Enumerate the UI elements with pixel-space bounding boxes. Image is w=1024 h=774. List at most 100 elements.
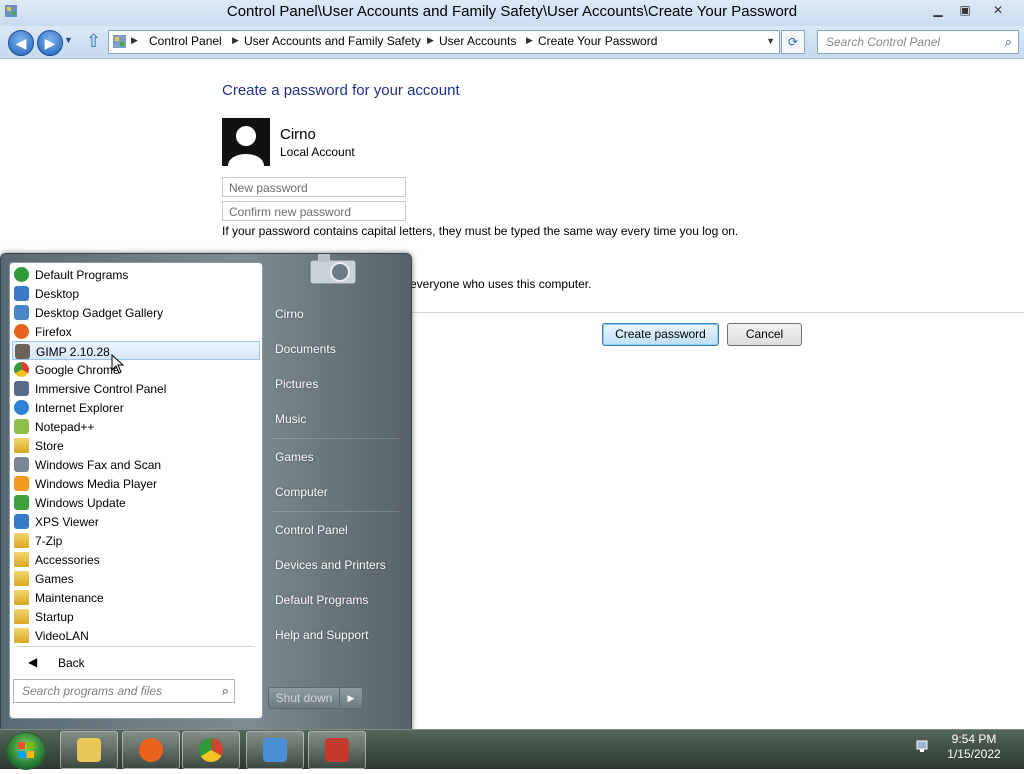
- program-item[interactable]: Startup: [12, 607, 260, 626]
- program-item[interactable]: Notepad++: [12, 417, 260, 436]
- history-dropdown-icon[interactable]: ▼: [64, 35, 73, 45]
- fax-icon: [14, 457, 29, 472]
- program-item[interactable]: Accessories: [12, 550, 260, 569]
- system-clock[interactable]: 9:54 PM 1/15/2022: [942, 732, 1006, 762]
- confirm-password-placeholder: Confirm new password: [229, 205, 352, 219]
- navigation-toolbar: ◀ ▶ ▼ ⇧ ▶ Control Panel ▶ User Accounts …: [0, 26, 1024, 59]
- search-icon[interactable]: ⌕: [222, 683, 229, 699]
- start-search-input[interactable]: Search programs and files ⌕: [13, 679, 235, 703]
- user-name: Cirno: [280, 126, 316, 143]
- windows-logo-icon: [18, 742, 34, 758]
- control-panel-icon: [263, 738, 287, 762]
- start-item-control-panel[interactable]: Control Panel: [275, 523, 348, 537]
- folder-icon: [14, 552, 29, 567]
- program-item[interactable]: VideoLAN: [12, 626, 260, 645]
- shutdown-options-icon[interactable]: ▶: [339, 687, 363, 709]
- breadcrumb-separator-icon: ▶: [232, 35, 239, 45]
- taskbar-chrome-button[interactable]: [182, 731, 240, 769]
- camera-icon: [309, 254, 357, 285]
- forward-arrow-icon[interactable]: ▶: [37, 30, 63, 56]
- up-arrow-icon[interactable]: ⇧: [86, 31, 101, 52]
- start-item-games[interactable]: Games: [275, 450, 314, 464]
- program-item[interactable]: Default Programs: [12, 265, 260, 284]
- chrome-icon: [14, 362, 29, 377]
- create-password-button[interactable]: Create password: [602, 323, 719, 346]
- folder-icon: [14, 628, 29, 643]
- user-account-type: Local Account: [280, 145, 355, 159]
- program-item[interactable]: Desktop Gadget Gallery: [12, 303, 260, 322]
- program-item[interactable]: Games: [12, 569, 260, 588]
- start-item-documents[interactable]: Documents: [275, 342, 336, 356]
- gadget-icon: [14, 305, 29, 320]
- divider: [271, 511, 399, 512]
- back-arrow-icon[interactable]: ◀: [8, 30, 34, 56]
- user-icon: [228, 126, 264, 166]
- breadcrumb-user-accounts-family[interactable]: User Accounts and Family Safety: [244, 34, 421, 48]
- program-item[interactable]: Store: [12, 436, 260, 455]
- program-item[interactable]: Internet Explorer: [12, 398, 260, 417]
- chrome-icon: [199, 738, 223, 762]
- folder-icon: [14, 571, 29, 586]
- taskbar-toolbox-button[interactable]: [308, 731, 366, 769]
- taskbar-firefox-button[interactable]: [122, 731, 180, 769]
- program-item[interactable]: Desktop: [12, 284, 260, 303]
- start-item-computer[interactable]: Computer: [275, 485, 328, 499]
- program-item[interactable]: Windows Media Player: [12, 474, 260, 493]
- close-icon[interactable]: ✕: [986, 2, 1010, 18]
- address-bar[interactable]: ▶ Control Panel ▶ User Accounts and Fami…: [108, 30, 780, 54]
- start-menu: Default Programs Desktop Desktop Gadget …: [0, 253, 412, 731]
- default-programs-icon: [14, 267, 29, 282]
- breadcrumb-user-accounts[interactable]: User Accounts: [439, 34, 516, 48]
- program-item[interactable]: Maintenance: [12, 588, 260, 607]
- program-item[interactable]: Firefox: [12, 322, 260, 341]
- firefox-icon: [14, 324, 29, 339]
- cancel-button[interactable]: Cancel: [727, 323, 802, 346]
- breadcrumb-create-password[interactable]: Create Your Password: [538, 34, 657, 48]
- new-password-field[interactable]: New password: [222, 177, 406, 197]
- program-item[interactable]: 7-Zip: [12, 531, 260, 550]
- start-item-help-support[interactable]: Help and Support: [275, 628, 368, 642]
- explorer-icon: [77, 738, 101, 762]
- taskbar: [0, 729, 1024, 770]
- program-item[interactable]: Windows Update: [12, 493, 260, 512]
- program-item-selected[interactable]: GIMP 2.10.28: [12, 341, 260, 360]
- program-item[interactable]: Immersive Control Panel: [12, 379, 260, 398]
- back-arrow-icon: ◀: [28, 655, 38, 669]
- taskbar-explorer-button[interactable]: [60, 731, 118, 769]
- desktop-icon: [14, 286, 29, 301]
- control-panel-icon: [113, 35, 126, 48]
- window-title: Control Panel\User Accounts and Family S…: [226, 3, 798, 20]
- back-button[interactable]: ◀ Back: [18, 653, 254, 673]
- network-icon[interactable]: [915, 738, 931, 754]
- folder-icon: [14, 533, 29, 548]
- minimize-icon[interactable]: ▁: [926, 2, 950, 18]
- divider: [271, 438, 399, 439]
- start-item-devices-printers[interactable]: Devices and Printers: [275, 558, 386, 572]
- program-item[interactable]: Windows Fax and Scan: [12, 455, 260, 474]
- confirm-password-field[interactable]: Confirm new password: [222, 201, 406, 221]
- gimp-icon: [15, 344, 30, 359]
- refresh-icon[interactable]: ⟳: [781, 30, 805, 54]
- xps-icon: [14, 514, 29, 529]
- program-item[interactable]: Google Chrome: [12, 360, 260, 379]
- media-player-icon: [14, 476, 29, 491]
- taskbar-control-panel-button[interactable]: [246, 731, 304, 769]
- breadcrumb-separator-icon: ▶: [526, 35, 533, 45]
- mouse-cursor-icon: [111, 354, 125, 374]
- restore-icon[interactable]: ▣: [953, 2, 977, 18]
- hint-note: everyone who uses this computer.: [410, 277, 592, 291]
- title-bar: Control Panel\User Accounts and Family S…: [0, 0, 1024, 26]
- start-button[interactable]: [6, 732, 46, 770]
- start-item-music[interactable]: Music: [275, 412, 306, 426]
- shutdown-button[interactable]: Shut down: [268, 687, 340, 709]
- start-item-default-programs[interactable]: Default Programs: [275, 593, 368, 607]
- start-menu-programs-pane: Default Programs Desktop Desktop Gadget …: [9, 262, 263, 719]
- search-icon[interactable]: ⌕: [1005, 34, 1012, 50]
- search-input[interactable]: Search Control Panel ⌕: [817, 30, 1019, 54]
- folder-icon: [14, 609, 29, 624]
- start-item-user[interactable]: Cirno: [275, 307, 304, 321]
- breadcrumb-control-panel[interactable]: Control Panel: [149, 34, 222, 48]
- start-item-pictures[interactable]: Pictures: [275, 377, 318, 391]
- address-dropdown-icon[interactable]: ▼: [766, 36, 775, 46]
- program-item[interactable]: XPS Viewer: [12, 512, 260, 531]
